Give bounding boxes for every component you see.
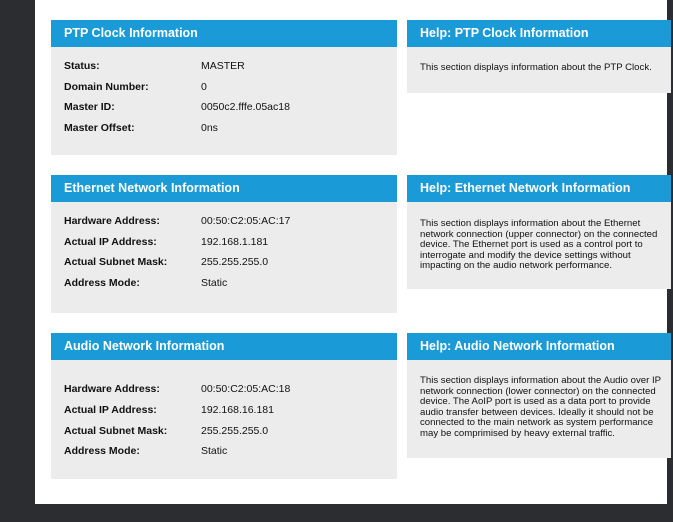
ptp-master-offset-label: Master Offset: bbox=[64, 122, 135, 134]
ethernet-address-mode-value: Static bbox=[201, 277, 228, 289]
ethernet-hw-address-value: 00:50:C2:05:AC:17 bbox=[201, 215, 291, 227]
ethernet-help-text: This section displays information about … bbox=[420, 218, 658, 272]
ethernet-hw-address-label: Hardware Address: bbox=[64, 215, 160, 227]
ethernet-subnet-value: 255.255.255.0 bbox=[201, 256, 269, 268]
audio-ip-value: 192.168.16.181 bbox=[201, 404, 274, 416]
ptp-status-label: Status: bbox=[64, 60, 100, 72]
ptp-status-value: MASTER bbox=[201, 60, 245, 72]
ethernet-help-panel: Help: Ethernet Network Information This … bbox=[407, 175, 671, 289]
content-page: PTP Clock Information Status: MASTER Dom… bbox=[35, 0, 671, 504]
audio-hw-address-value: 00:50:C2:05:AC:18 bbox=[201, 383, 291, 395]
ethernet-subnet-label: Actual Subnet Mask: bbox=[64, 256, 168, 268]
ptp-help-panel: Help: PTP Clock Information This section… bbox=[407, 20, 671, 93]
audio-subnet-label: Actual Subnet Mask: bbox=[64, 425, 168, 437]
audio-ip-label: Actual IP Address: bbox=[64, 404, 157, 416]
ethernet-address-mode-label: Address Mode: bbox=[64, 277, 140, 289]
audio-network-header: Audio Network Information bbox=[51, 333, 397, 360]
audio-help-text: This section displays information about … bbox=[420, 375, 661, 439]
audio-address-mode-value: Static bbox=[201, 445, 228, 457]
ptp-master-offset-value: 0ns bbox=[201, 122, 218, 134]
audio-address-mode-label: Address Mode: bbox=[64, 445, 140, 457]
ethernet-help-header: Help: Ethernet Network Information bbox=[407, 175, 671, 202]
ethernet-network-panel: Ethernet Network Information Hardware Ad… bbox=[51, 175, 397, 313]
ethernet-ip-value: 192.168.1.181 bbox=[201, 236, 269, 248]
audio-network-panel: Audio Network Information Hardware Addre… bbox=[51, 333, 397, 479]
audio-hw-address-label: Hardware Address: bbox=[64, 383, 160, 395]
ptp-clock-panel: PTP Clock Information Status: MASTER Dom… bbox=[51, 20, 397, 155]
ptp-domain-label: Domain Number: bbox=[64, 81, 149, 93]
ethernet-ip-label: Actual IP Address: bbox=[64, 236, 157, 248]
ptp-help-text: This section displays information about … bbox=[420, 62, 652, 73]
ethernet-network-header: Ethernet Network Information bbox=[51, 175, 397, 202]
audio-help-panel: Help: Audio Network Information This sec… bbox=[407, 333, 671, 458]
audio-subnet-value: 255.255.255.0 bbox=[201, 425, 269, 437]
audio-help-header: Help: Audio Network Information bbox=[407, 333, 671, 360]
ptp-master-id-label: Master ID: bbox=[64, 101, 115, 113]
ptp-domain-value: 0 bbox=[201, 81, 207, 93]
ptp-help-header: Help: PTP Clock Information bbox=[407, 20, 671, 47]
ptp-clock-header: PTP Clock Information bbox=[51, 20, 397, 47]
ptp-master-id-value: 0050c2.fffe.05ac18 bbox=[201, 101, 290, 113]
